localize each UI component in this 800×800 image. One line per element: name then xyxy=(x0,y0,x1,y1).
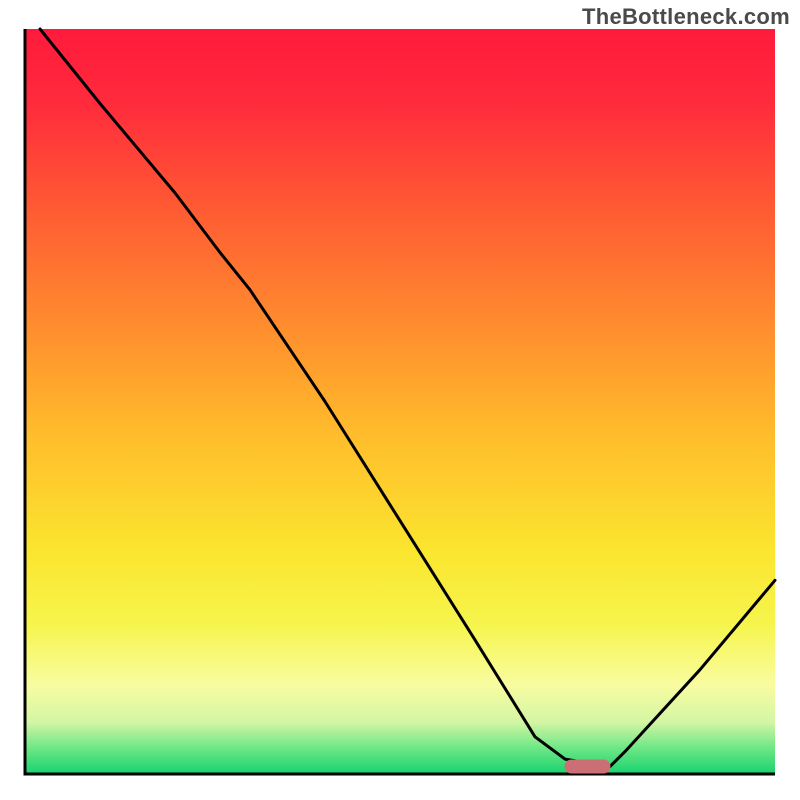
chart-svg xyxy=(0,0,800,800)
gradient-background xyxy=(25,29,775,774)
chart-canvas: TheBottleneck.com xyxy=(0,0,800,800)
optimal-marker xyxy=(565,760,611,774)
watermark-text: TheBottleneck.com xyxy=(582,4,790,30)
